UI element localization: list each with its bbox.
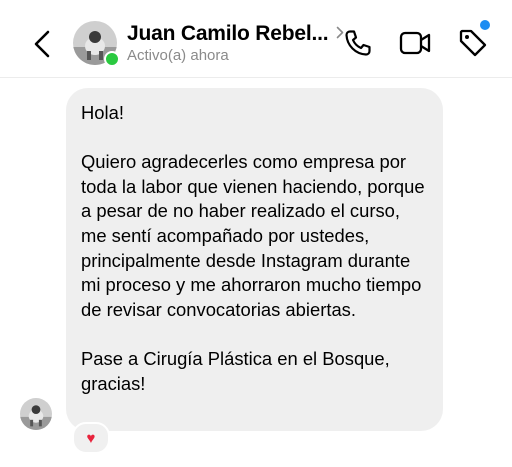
message-paragraph: Quiero agradecerles como empresa por tod… (81, 151, 425, 320)
contact-name: Juan Camilo Rebel... (127, 22, 329, 45)
message-bubble[interactable]: Hola! Quiero agradecerles como empresa p… (66, 88, 443, 431)
heart-icon: ♥ (86, 429, 96, 447)
sender-avatar[interactable] (20, 398, 52, 430)
activity-status: Activo(a) ahora (127, 47, 229, 64)
header-divider (0, 77, 512, 78)
notification-dot (480, 20, 490, 30)
message-paragraph: Hola! (81, 102, 124, 123)
message-paragraph: Pase a Cirugía Plástica en el Bosque, gr… (81, 347, 390, 394)
chat-header: Juan Camilo Rebel... Activo(a) ahora (0, 0, 512, 78)
online-status-dot (104, 51, 120, 67)
phone-icon[interactable] (343, 28, 373, 58)
video-camera-icon[interactable] (399, 30, 431, 56)
back-chevron-icon[interactable] (30, 29, 56, 59)
tag-icon[interactable] (456, 26, 490, 60)
heart-reaction[interactable]: ♥ (72, 422, 110, 454)
contact-name-row[interactable]: Juan Camilo Rebel... (127, 22, 344, 46)
contact-avatar[interactable] (73, 21, 121, 69)
